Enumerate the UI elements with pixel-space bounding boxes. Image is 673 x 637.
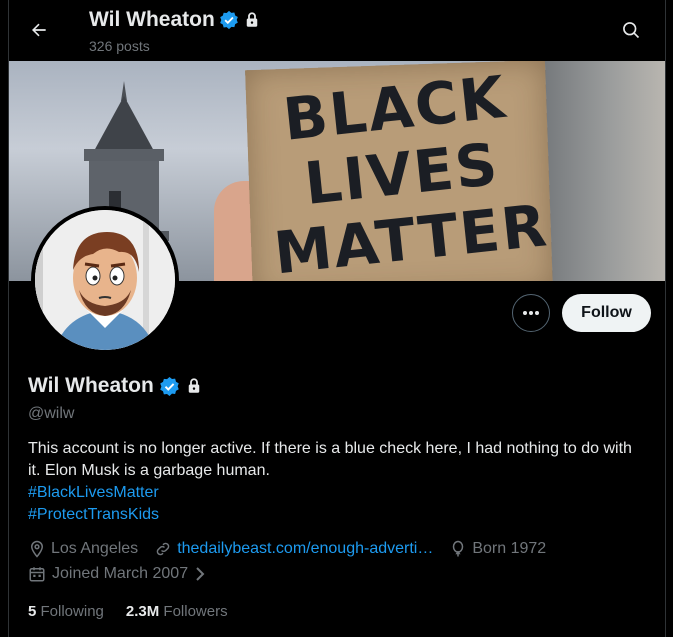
following-count: 5 — [28, 603, 37, 620]
location-item: Los Angeles — [28, 540, 138, 558]
sign-text: BLACK LIVES MATTER — [257, 61, 551, 281]
balloon-icon — [449, 540, 467, 558]
born-text: Born 1972 — [472, 540, 547, 557]
more-icon — [522, 310, 540, 316]
profile-name: Wil Wheaton — [28, 374, 154, 397]
joined-row[interactable]: Joined March 2007 — [28, 565, 206, 583]
bio-text: This account is no longer active. If the… — [28, 440, 632, 479]
avatar[interactable] — [31, 206, 179, 354]
profile-name-row: Wil Wheaton — [28, 374, 203, 398]
following-label: Following — [40, 603, 104, 620]
lock-icon — [185, 377, 203, 395]
link-icon — [154, 540, 172, 558]
profile-bio: This account is no longer active. If the… — [28, 438, 648, 526]
top-bar: Wil Wheaton 326 posts — [9, 0, 665, 60]
location-text: Los Angeles — [51, 540, 139, 557]
search-button[interactable] — [613, 12, 649, 48]
verified-badge-icon[interactable] — [159, 376, 180, 397]
profile-meta: Los Angeles thedailybeast.com/enough-adv… — [28, 540, 546, 558]
header-name-row: Wil Wheaton — [89, 8, 261, 32]
website-item[interactable]: thedailybeast.com/enough-adverti… — [154, 540, 433, 558]
followers-label: Followers — [163, 603, 228, 620]
more-button[interactable] — [512, 294, 550, 332]
search-icon — [621, 20, 641, 40]
chevron-right-icon — [194, 566, 206, 582]
following-link[interactable]: 5 Following — [28, 603, 104, 620]
calendar-icon — [28, 565, 46, 583]
followers-count: 2.3M — [125, 603, 160, 620]
hashtag-link[interactable]: #ProtectTransKids — [28, 504, 648, 526]
avatar-image — [35, 210, 175, 350]
location-pin-icon — [28, 540, 46, 558]
follow-stats: 5 Following 2.3M Followers — [28, 603, 228, 620]
website-link[interactable]: thedailybeast.com/enough-adverti… — [177, 540, 433, 558]
born-item: Born 1972 — [449, 540, 546, 558]
header-title: Wil Wheaton 326 posts — [89, 8, 261, 54]
header-name: Wil Wheaton — [89, 8, 215, 31]
hashtag-link[interactable]: #BlackLivesMatter — [28, 482, 648, 504]
lock-icon — [243, 11, 261, 29]
profile-page: Wil Wheaton 326 posts BLACK LIVES MATTER… — [8, 0, 666, 637]
follow-button[interactable]: Follow — [562, 294, 651, 332]
protest-sign: BLACK LIVES MATTER — [245, 61, 553, 281]
post-count: 326 posts — [89, 38, 150, 54]
profile-handle: @wilw — [28, 405, 75, 422]
verified-badge-icon — [219, 10, 239, 30]
joined-text: Joined March 2007 — [52, 565, 189, 582]
back-button[interactable] — [21, 12, 57, 48]
followers-link[interactable]: 2.3M Followers — [126, 603, 228, 620]
arrow-left-icon — [29, 20, 49, 40]
